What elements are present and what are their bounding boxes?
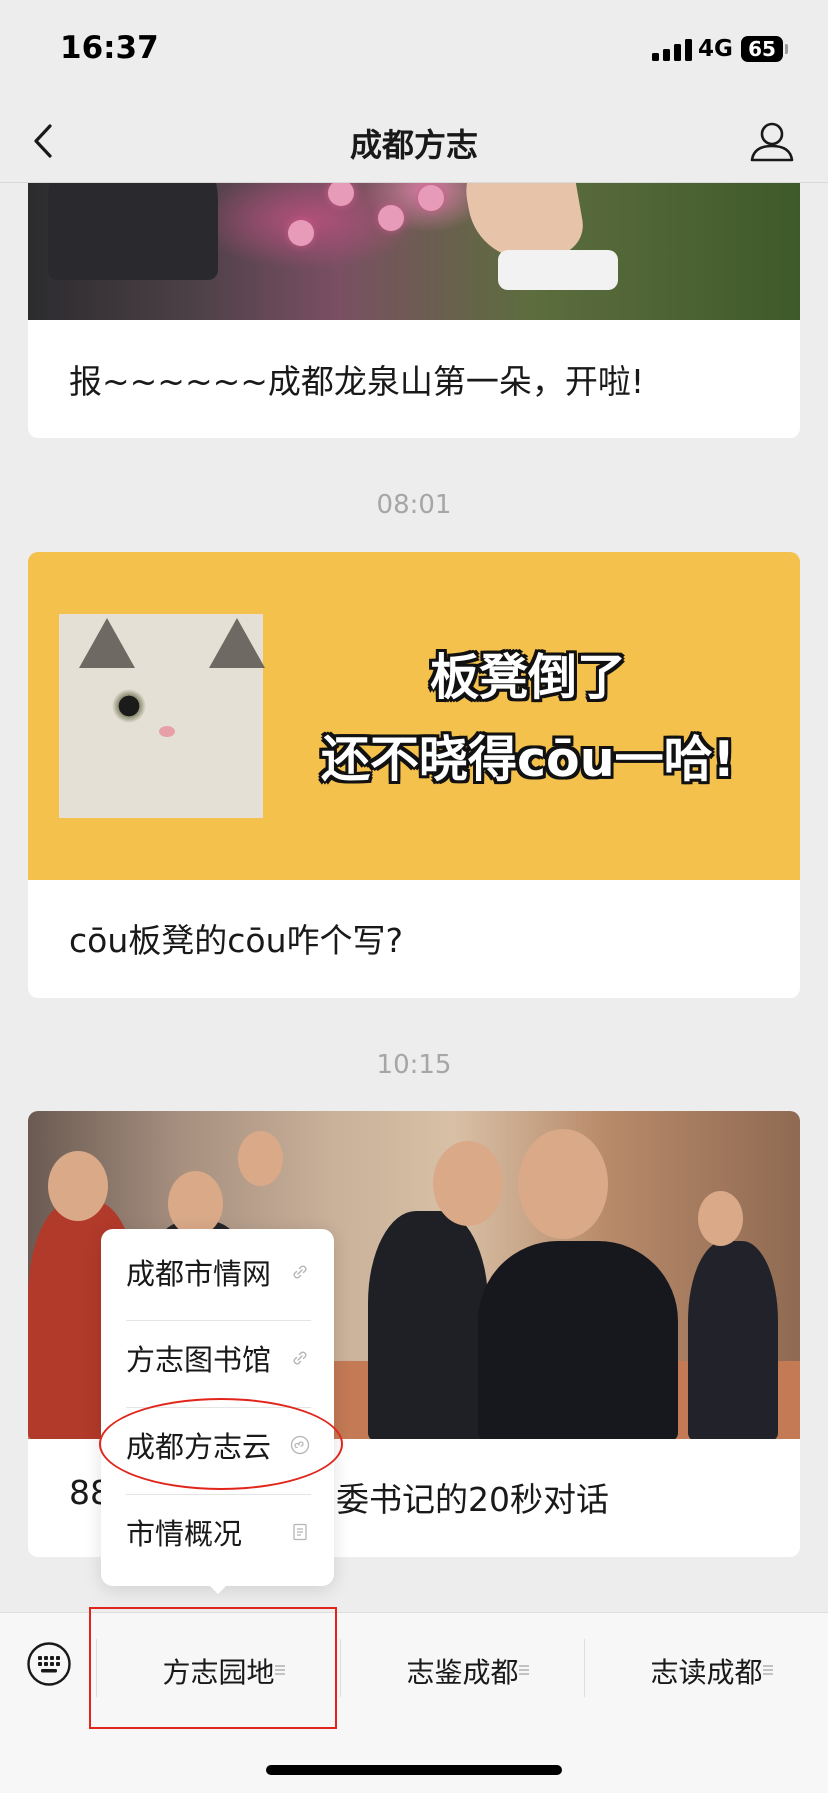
highlight-ellipse-annotation <box>99 1398 343 1490</box>
submenu-item-label: 方志图书馆 <box>126 1343 272 1377</box>
navigation-bar: 成都方志 <box>0 100 828 183</box>
chevron-left-icon <box>34 124 52 158</box>
menu-lines-icon <box>763 1665 773 1675</box>
battery-level: 65 <box>748 37 776 61</box>
menu-tab-zhijian-chengdu[interactable]: 志鉴成都 <box>341 1613 584 1723</box>
article-cover-image: 板凳倒了 还不晓得cōu一哈! <box>28 552 800 880</box>
page-title: 成都方志 <box>349 126 478 164</box>
menu-tab-label: 志读成都 <box>650 1656 763 1689</box>
banner-text-line2: 还不晓得cōu一哈! <box>321 731 735 788</box>
status-time: 16:37 <box>60 30 159 66</box>
highlight-rectangle-annotation <box>89 1607 337 1729</box>
profile-button[interactable] <box>744 114 800 170</box>
message-timestamp: 10:15 <box>376 1050 452 1080</box>
battery-cap <box>785 44 788 54</box>
keyboard-icon <box>27 1642 71 1686</box>
popup-pointer <box>206 1582 230 1594</box>
menu-tab-label: 志鉴成都 <box>406 1656 519 1689</box>
status-bar: 16:37 4G 65 <box>0 0 828 100</box>
menu-lines-icon <box>519 1665 529 1675</box>
message-timestamp: 08:01 <box>376 490 452 520</box>
article-title-right: 委书记的20秒对话 <box>336 1480 609 1519</box>
article-card[interactable]: 板凳倒了 还不晓得cōu一哈! cōu板凳的cōu咋个写? <box>28 552 800 998</box>
cat-photo <box>59 614 265 818</box>
network-type: 4G <box>698 36 733 62</box>
submenu-item-city-info-web[interactable]: 成都市情网 <box>126 1229 311 1315</box>
user-icon <box>750 122 794 162</box>
submenu-item-label: 市情概况 <box>126 1517 243 1551</box>
submenu-item-label: 成都市情网 <box>126 1257 272 1291</box>
submenu-item-city-overview[interactable]: 市情概况 <box>126 1489 311 1575</box>
article-icon <box>293 1523 307 1541</box>
link-icon <box>293 1265 307 1279</box>
back-button[interactable] <box>22 114 70 168</box>
menu-tab-zhidu-chengdu[interactable]: 志读成都 <box>585 1613 828 1723</box>
article-card[interactable]: 报~~~~~~成都龙泉山第一朵，开啦! <box>28 150 800 438</box>
home-indicator <box>266 1765 562 1775</box>
keyboard-toggle-button[interactable] <box>26 1641 72 1687</box>
submenu-item-gazetteer-library[interactable]: 方志图书馆 <box>126 1315 311 1401</box>
signal-icon <box>652 39 692 61</box>
article-title: cōu板凳的cōu咋个写? <box>69 921 404 960</box>
link-icon <box>293 1351 307 1365</box>
article-title: 报~~~~~~成都龙泉山第一朵，开啦! <box>69 362 645 401</box>
battery-icon: 65 <box>741 36 783 62</box>
banner-text-line1: 板凳倒了 <box>429 649 626 706</box>
